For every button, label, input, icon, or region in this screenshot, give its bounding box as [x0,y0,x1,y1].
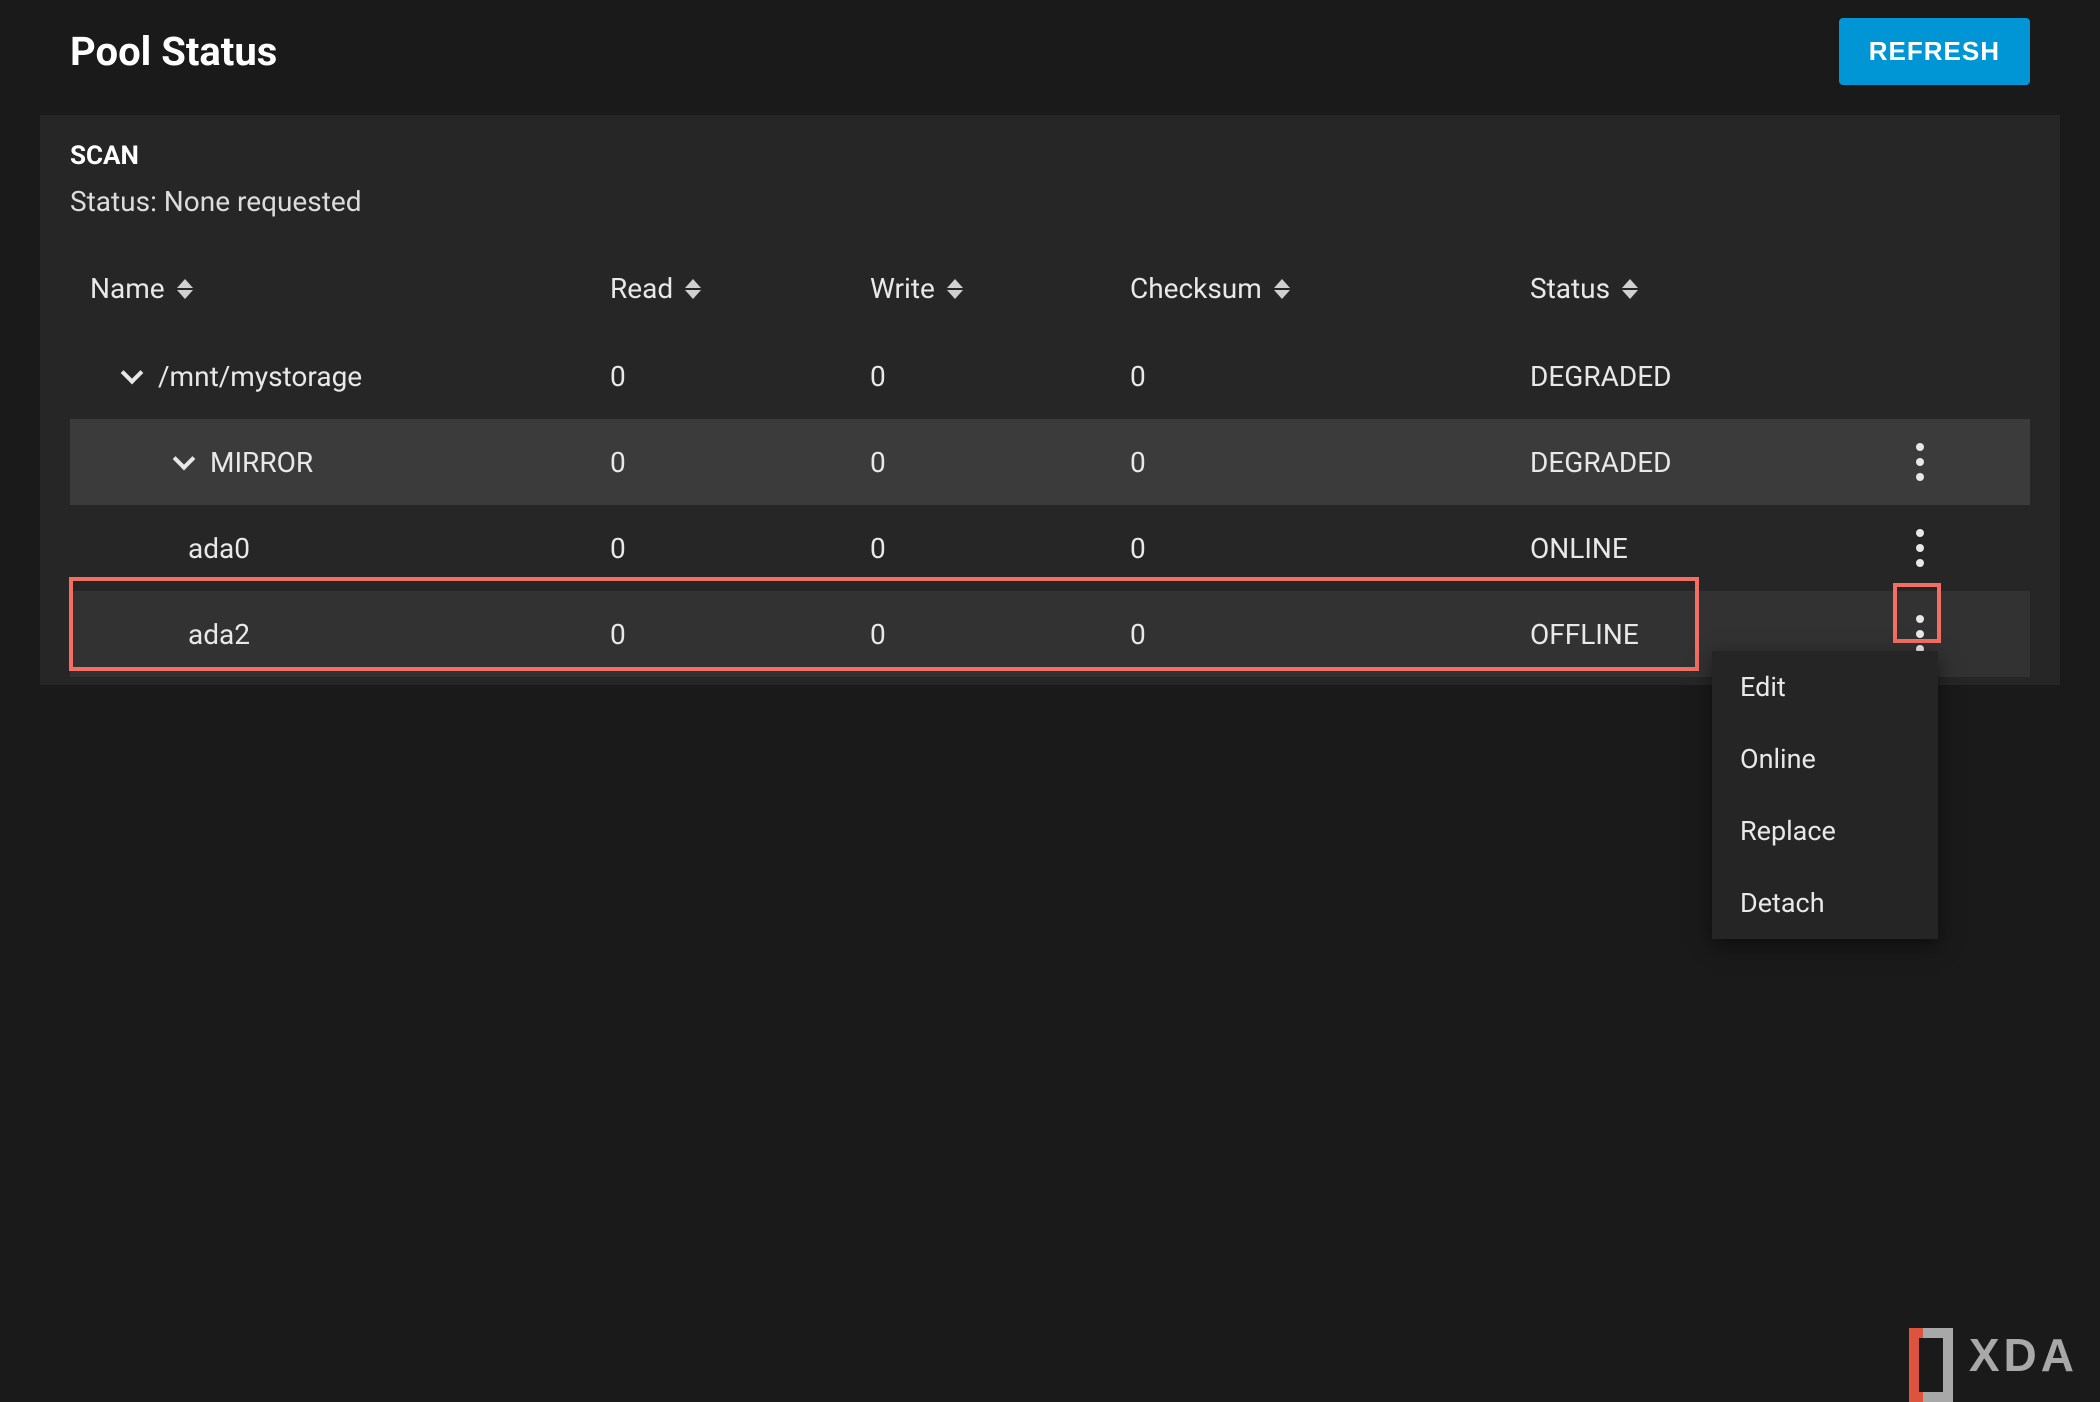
menu-item-replace[interactable]: Replace [1712,795,1938,867]
row-write: 0 [870,618,1130,651]
pool-status-table: Name Read Write Checksum Status [70,258,2030,677]
table-row[interactable]: ada0 0 0 0 ONLINE [70,505,2030,591]
watermark: XDA [1909,1328,2078,1382]
row-status: ONLINE [1530,532,1860,565]
row-read: 0 [610,446,870,479]
row-status: OFFLINE [1530,618,1860,651]
row-checksum: 0 [1130,532,1530,565]
sort-icon [1274,279,1290,299]
page-title: Pool Status [70,28,277,75]
row-checksum: 0 [1130,360,1530,393]
table-row[interactable]: /mnt/mystorage 0 0 0 DEGRADED [70,333,2030,419]
row-name: /mnt/mystorage [70,360,610,393]
sort-icon [1622,279,1638,299]
row-actions-menu: Edit Online Replace Detach [1712,651,1938,939]
row-checksum: 0 [1130,446,1530,479]
row-write: 0 [870,446,1130,479]
row-read: 0 [610,360,870,393]
row-write: 0 [870,360,1130,393]
table-row[interactable]: MIRROR 0 0 0 DEGRADED [70,419,2030,505]
pool-status-panel: Pool Status REFRESH SCAN Status: None re… [40,0,2060,685]
scan-block: SCAN Status: None requested Name Read Wr… [40,115,2060,685]
row-name: ada2 [70,618,610,651]
sort-icon [947,279,963,299]
row-write: 0 [870,532,1130,565]
scan-heading: SCAN [70,141,2030,171]
watermark-icon [1909,1328,1953,1382]
table-header: Name Read Write Checksum Status [70,258,2030,333]
panel-header: Pool Status REFRESH [40,8,2060,115]
refresh-button[interactable]: REFRESH [1839,18,2030,85]
row-read: 0 [610,618,870,651]
row-name: MIRROR [70,446,610,479]
row-actions-button[interactable] [1896,434,1944,490]
menu-item-detach[interactable]: Detach [1712,867,1938,939]
row-status: DEGRADED [1530,446,1860,479]
col-checksum[interactable]: Checksum [1130,272,1530,305]
scan-status: Status: None requested [70,185,2030,218]
row-name: ada0 [70,532,610,565]
row-checksum: 0 [1130,618,1530,651]
row-actions-button[interactable] [1896,520,1944,576]
col-read[interactable]: Read [610,272,870,305]
row-status: DEGRADED [1530,360,1860,393]
chevron-down-icon[interactable] [121,362,144,385]
sort-icon [685,279,701,299]
col-status[interactable]: Status [1530,272,1860,305]
col-name[interactable]: Name [70,272,610,305]
sort-icon [177,279,193,299]
menu-item-online[interactable]: Online [1712,723,1938,795]
row-read: 0 [610,532,870,565]
col-write[interactable]: Write [870,272,1130,305]
chevron-down-icon[interactable] [173,448,196,471]
menu-item-edit[interactable]: Edit [1712,651,1938,723]
